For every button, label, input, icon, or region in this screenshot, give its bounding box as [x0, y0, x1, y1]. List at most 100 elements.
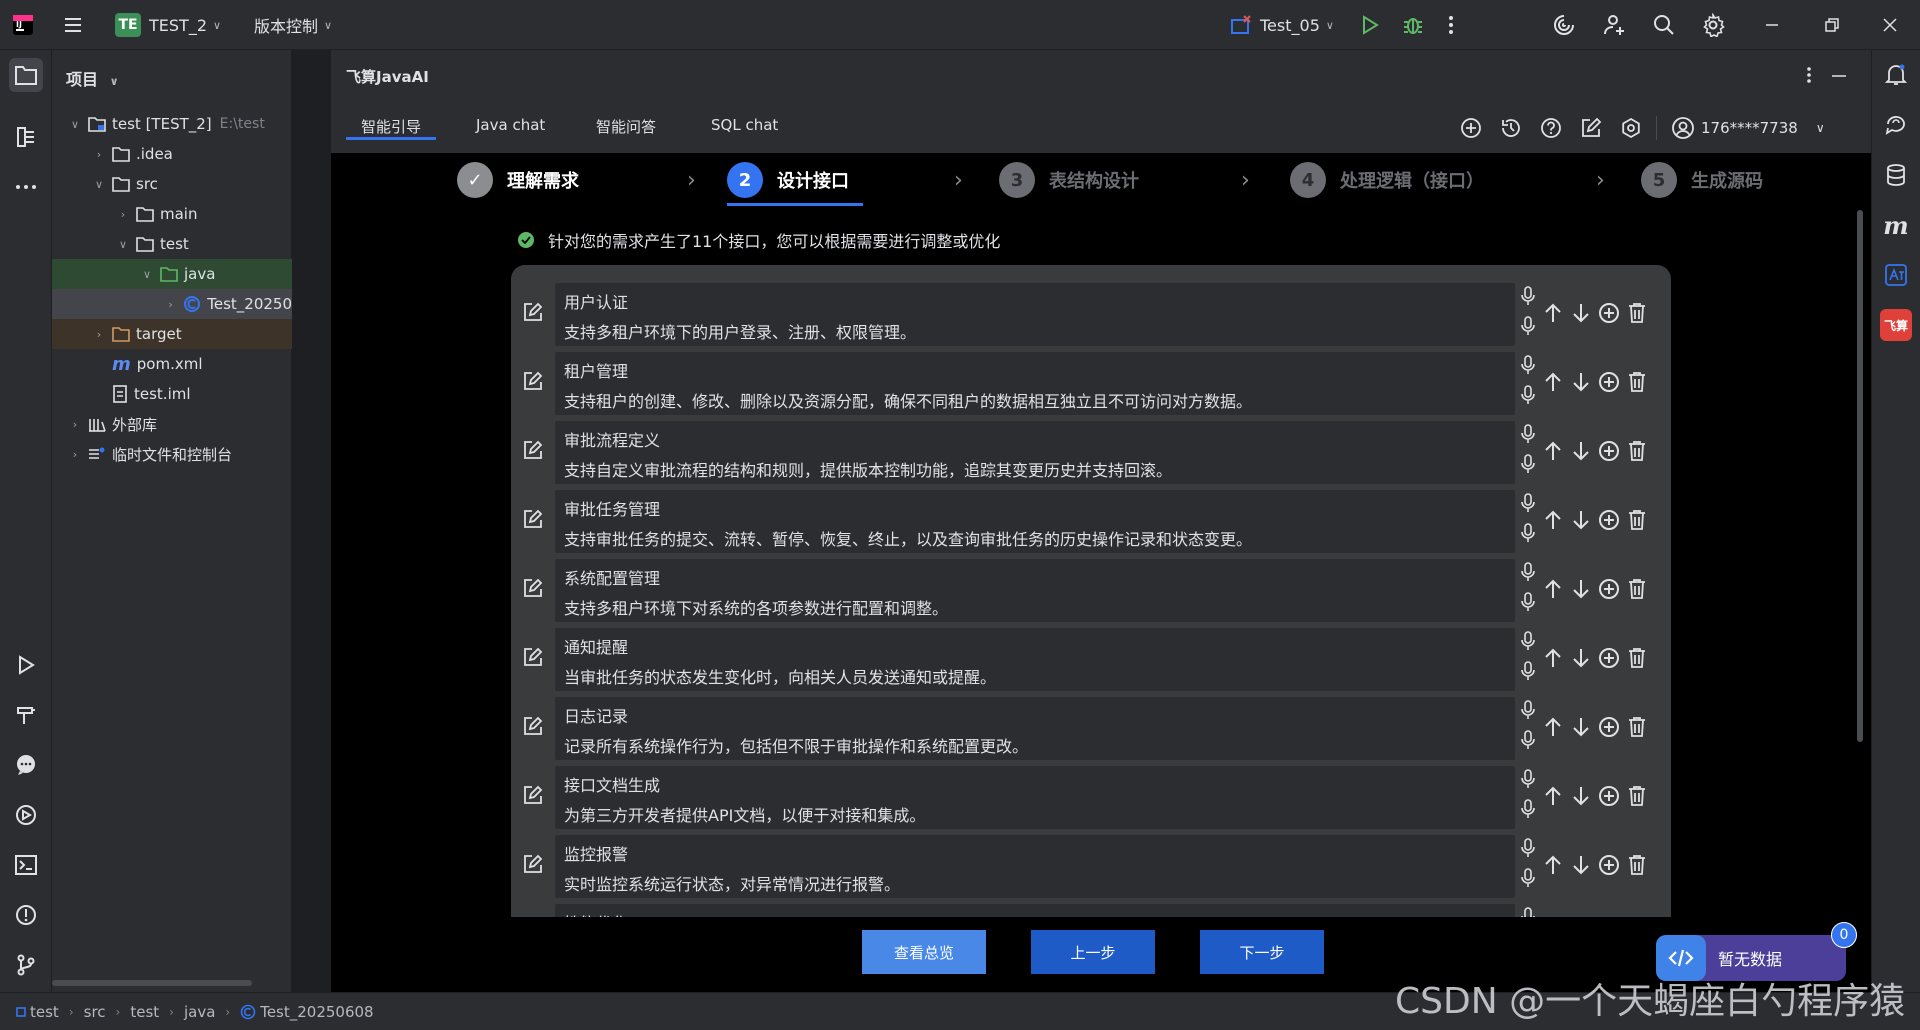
services-tool-button[interactable]	[9, 798, 43, 832]
edit-icon[interactable]	[523, 854, 543, 874]
move-up-icon[interactable]	[1543, 785, 1563, 807]
edit-button[interactable]	[1579, 116, 1603, 140]
tree-item-pom[interactable]: m pom.xml	[52, 349, 292, 379]
microphone-icon[interactable]	[1521, 838, 1535, 858]
move-down-icon[interactable]	[1571, 440, 1591, 462]
trash-icon[interactable]	[1627, 854, 1647, 876]
tree-item-main[interactable]: › main	[52, 199, 292, 229]
interface-card[interactable]: 审批任务管理 支持审批任务的提交、流转、暂停、恢复、终止，以及查询审批任务的历史操…	[555, 490, 1515, 553]
move-up-icon[interactable]	[1543, 716, 1563, 738]
trash-icon[interactable]	[1627, 440, 1647, 462]
trash-icon[interactable]	[1627, 302, 1647, 324]
move-up-icon[interactable]	[1543, 647, 1563, 669]
vertical-scrollbar[interactable]	[1857, 210, 1863, 742]
settings-button[interactable]	[1701, 0, 1725, 50]
project-panel-header[interactable]: 项目 ∨	[66, 66, 119, 90]
step-processing-logic[interactable]: 4 处理逻辑（接口）	[1290, 160, 1484, 200]
breadcrumb-item[interactable]: test	[30, 1003, 59, 1021]
restore-button[interactable]	[1824, 0, 1840, 50]
interface-card[interactable]: 接口文档生成 为第三方开发者提供API文档，以便于对接和集成。	[555, 766, 1515, 829]
microphone-icon[interactable]	[1521, 631, 1535, 651]
step-generate-source[interactable]: 5 生成源码	[1641, 160, 1763, 200]
ai-chat-button[interactable]	[1879, 108, 1913, 142]
move-up-icon[interactable]	[1543, 854, 1563, 876]
breadcrumb-item[interactable]: Test_20250608	[260, 1003, 373, 1021]
tree-item-target[interactable]: › target	[52, 319, 292, 349]
history-button[interactable]	[1499, 116, 1523, 140]
next-step-button[interactable]: 下一步	[1200, 930, 1324, 974]
interface-card[interactable]: 性能优化	[555, 904, 1515, 917]
interface-card[interactable]: 监控报警 实时监控系统运行状态，对异常情况进行报警。	[555, 835, 1515, 898]
interface-card[interactable]: 用户认证 支持多租户环境下的用户登录、注册、权限管理。	[555, 283, 1515, 346]
microphone-icon[interactable]	[1521, 286, 1535, 306]
move-down-icon[interactable]	[1571, 716, 1591, 738]
microphone-icon[interactable]	[1521, 907, 1535, 917]
structure-tool-button[interactable]	[9, 120, 43, 154]
close-button[interactable]	[1882, 0, 1898, 50]
run-config-selector[interactable]: Test_05 ∨	[1230, 0, 1334, 50]
tree-item-src[interactable]: ∨ src	[52, 169, 292, 199]
tree-item-test-class[interactable]: › Test_20250	[52, 289, 292, 319]
build-tool-button[interactable]	[9, 698, 43, 732]
microphone-icon[interactable]	[1521, 493, 1535, 513]
terminal-tool-button[interactable]	[9, 848, 43, 882]
run-button[interactable]	[1360, 0, 1380, 50]
tab-smart-qa[interactable]: 智能问答	[596, 110, 656, 140]
tree-item-external-libs[interactable]: › 外部库	[52, 409, 292, 439]
trash-icon[interactable]	[1627, 371, 1647, 393]
microphone-icon[interactable]	[1521, 730, 1535, 750]
project-tool-button[interactable]	[9, 58, 43, 92]
add-circle-icon[interactable]	[1598, 509, 1620, 531]
tab-java-chat[interactable]: Java chat	[476, 110, 545, 140]
microphone-icon[interactable]	[1521, 385, 1535, 405]
search-button[interactable]	[1652, 0, 1676, 50]
microphone-icon[interactable]	[1521, 868, 1535, 888]
move-down-icon[interactable]	[1571, 647, 1591, 669]
trash-icon[interactable]	[1627, 509, 1647, 531]
trash-icon[interactable]	[1627, 578, 1647, 600]
move-down-icon[interactable]	[1571, 785, 1591, 807]
more-tools-button[interactable]	[9, 170, 43, 204]
move-down-icon[interactable]	[1571, 854, 1591, 876]
main-menu-button[interactable]	[62, 0, 84, 50]
microphone-icon[interactable]	[1521, 661, 1535, 681]
feisuan-plugin-button[interactable]: 飞算	[1879, 308, 1913, 342]
tool-window-options-button[interactable]	[1806, 66, 1812, 84]
add-circle-icon[interactable]	[1598, 647, 1620, 669]
microphone-icon[interactable]	[1521, 769, 1535, 789]
move-up-icon[interactable]	[1543, 440, 1563, 462]
add-circle-icon[interactable]	[1598, 371, 1620, 393]
edit-icon[interactable]	[523, 509, 543, 529]
move-up-icon[interactable]	[1543, 578, 1563, 600]
breadcrumb-item[interactable]: test	[130, 1003, 159, 1021]
move-down-icon[interactable]	[1571, 371, 1591, 393]
move-down-icon[interactable]	[1571, 509, 1591, 531]
tab-sql-chat[interactable]: SQL chat	[711, 110, 778, 140]
microphone-icon[interactable]	[1521, 562, 1535, 582]
edit-icon[interactable]	[523, 716, 543, 736]
add-user-button[interactable]	[1603, 0, 1627, 50]
minimize-button[interactable]	[1764, 0, 1780, 50]
trash-icon[interactable]	[1627, 785, 1647, 807]
trash-icon[interactable]	[1627, 647, 1647, 669]
notifications-button[interactable]	[1879, 58, 1913, 92]
microphone-icon[interactable]	[1521, 424, 1535, 444]
microphone-icon[interactable]	[1521, 316, 1535, 336]
edit-icon[interactable]	[523, 578, 543, 598]
maven-button[interactable]: m	[1879, 208, 1913, 242]
view-overview-button[interactable]: 查看总览	[862, 930, 986, 974]
run-tool-button[interactable]	[9, 648, 43, 682]
move-up-icon[interactable]	[1543, 509, 1563, 531]
add-circle-icon[interactable]	[1598, 785, 1620, 807]
microphone-icon[interactable]	[1521, 523, 1535, 543]
tree-item-iml[interactable]: test.iml	[52, 379, 292, 409]
interface-card[interactable]: 系统配置管理 支持多租户环境下对系统的各项参数进行配置和调整。	[555, 559, 1515, 622]
step-design-interface[interactable]: 2 设计接口	[727, 160, 849, 200]
add-circle-icon[interactable]	[1598, 854, 1620, 876]
microphone-icon[interactable]	[1521, 355, 1535, 375]
microphone-icon[interactable]	[1521, 592, 1535, 612]
edit-icon[interactable]	[523, 440, 543, 460]
move-up-icon[interactable]	[1543, 302, 1563, 324]
breadcrumb-item[interactable]: java	[184, 1003, 215, 1021]
edit-icon[interactable]	[523, 647, 543, 667]
